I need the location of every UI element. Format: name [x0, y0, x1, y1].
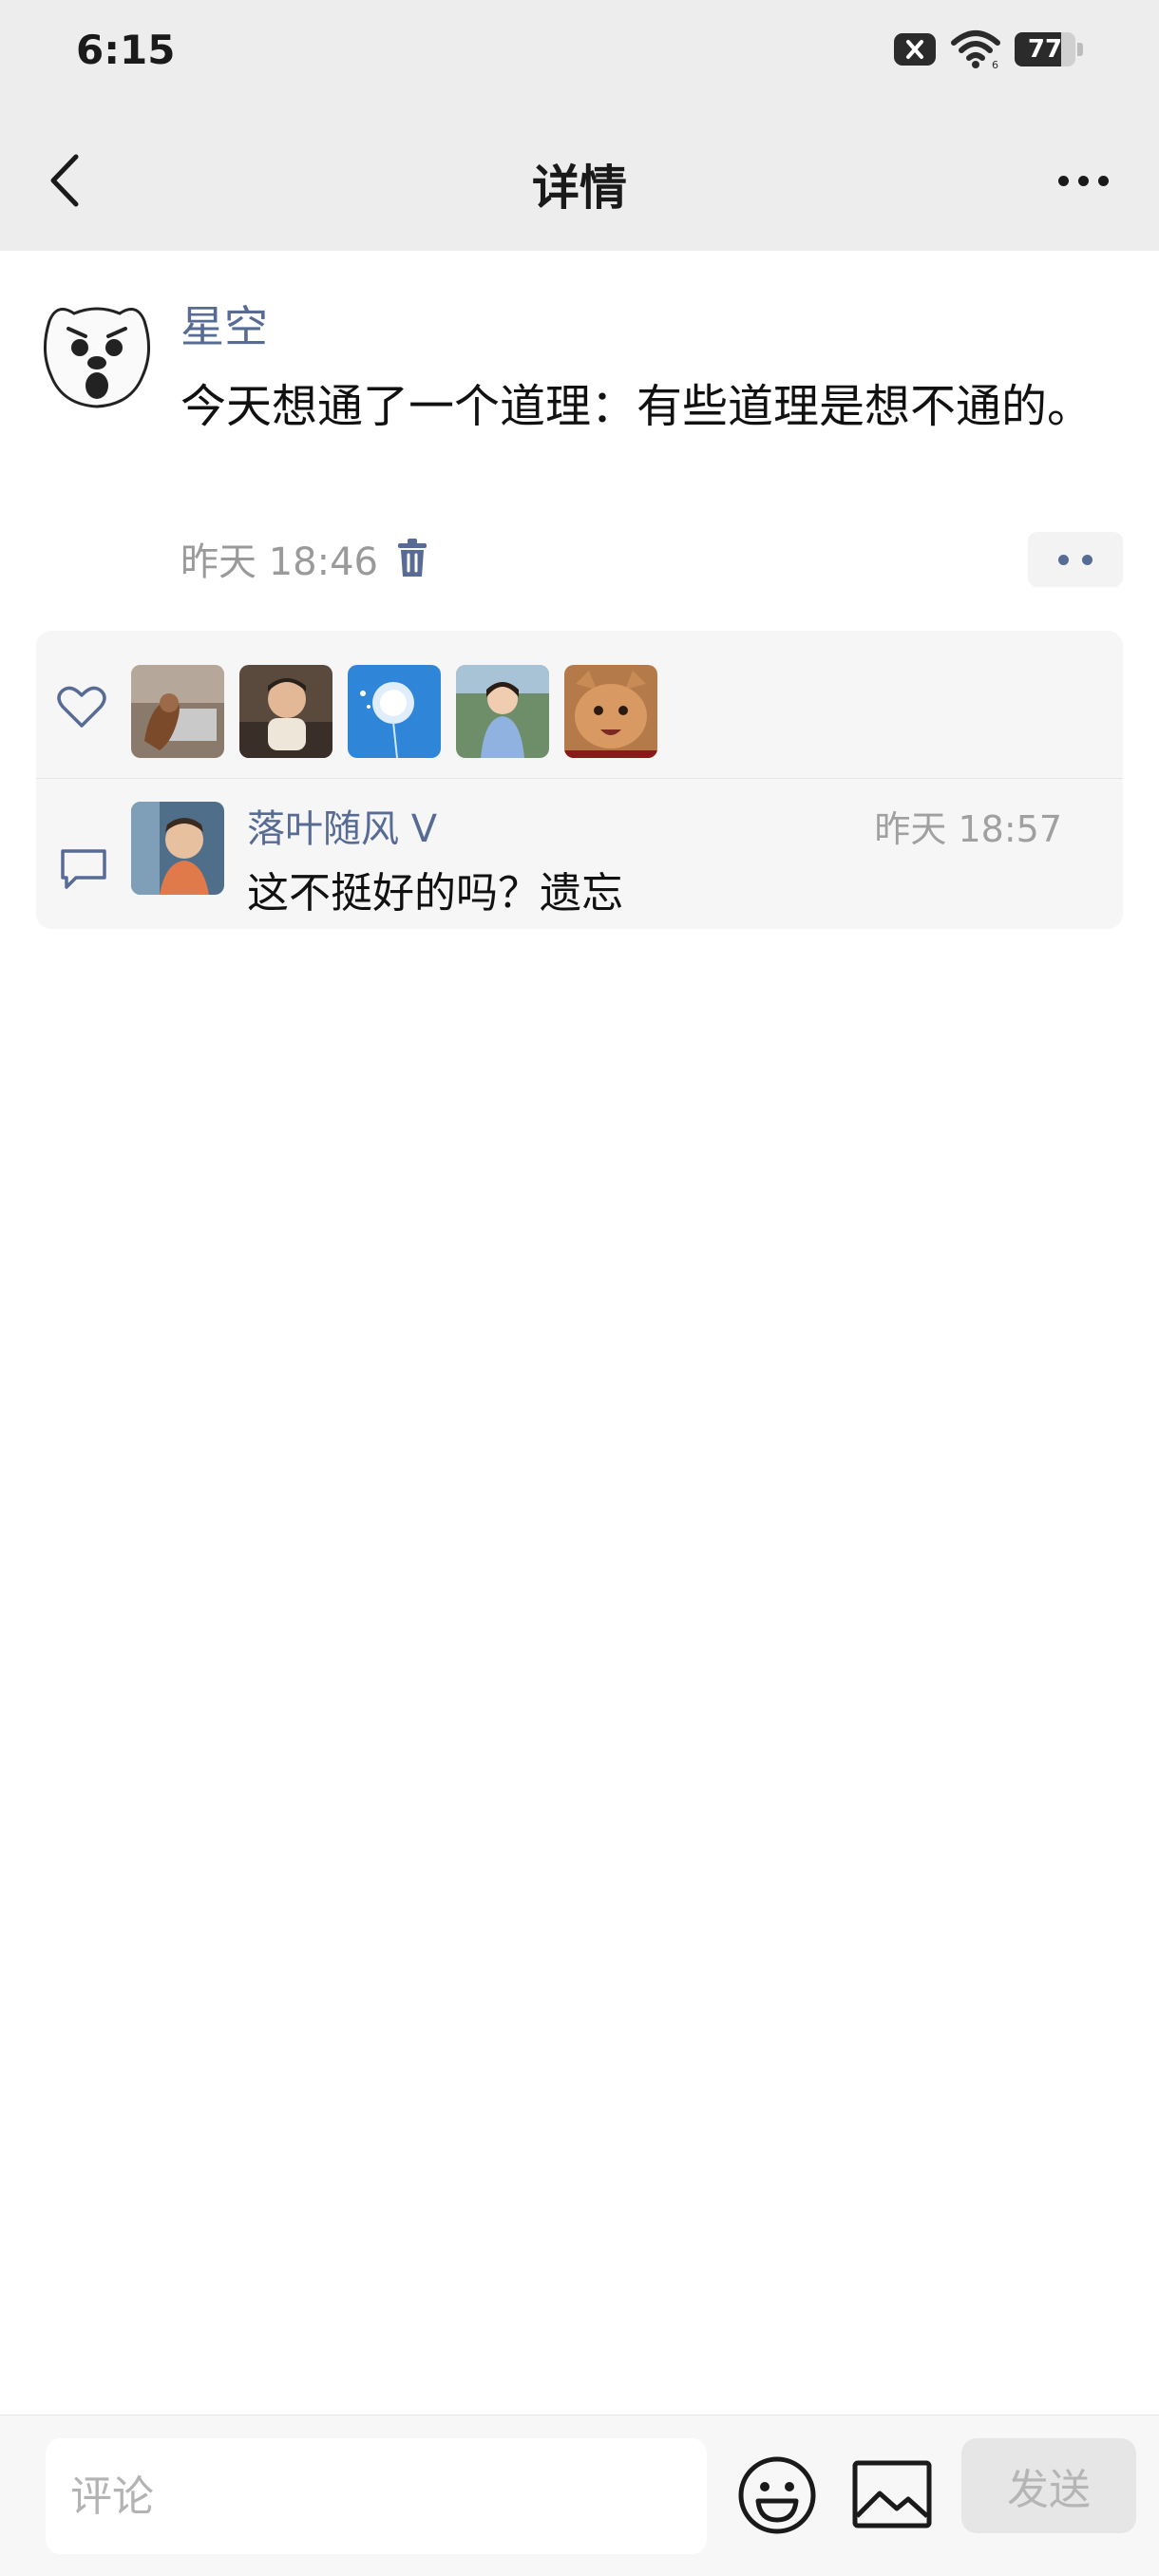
post-action-button[interactable] — [1028, 532, 1123, 587]
post-meta: 昨天 18:46 — [180, 530, 431, 587]
battery-icon: 77 — [1015, 32, 1083, 66]
svg-text:6: 6 — [992, 59, 998, 69]
comment-item[interactable]: 落叶随风 V 昨天 18:57 这不挺好的吗？遗忘 — [36, 779, 1123, 929]
interaction-panel: 落叶随风 V 昨天 18:57 这不挺好的吗？遗忘 — [36, 631, 1123, 929]
comment-author-avatar[interactable] — [131, 802, 224, 895]
comment-text: 这不挺好的吗？遗忘 — [247, 869, 623, 918]
send-button[interactable]: 发送 — [961, 2438, 1136, 2533]
post-content: 今天想通了一个道理：有些道理是想不通的。 — [180, 380, 1093, 433]
image-button[interactable] — [851, 2459, 933, 2529]
status-time: 6:15 — [76, 27, 176, 73]
post-time: 昨天 18:46 — [180, 540, 378, 584]
trash-icon[interactable] — [393, 538, 431, 579]
page-title: 详情 — [532, 161, 627, 216]
post-author-name[interactable]: 星空 — [180, 293, 268, 355]
more-button[interactable] — [1045, 150, 1121, 211]
liker-avatar-1[interactable] — [131, 665, 224, 758]
emoji-button[interactable] — [735, 2453, 819, 2537]
post-author-avatar[interactable] — [36, 294, 158, 416]
two-dots-icon — [1058, 554, 1069, 565]
status-icons: 6 77 — [893, 27, 1083, 72]
comment-input[interactable] — [46, 2438, 707, 2554]
emoji-icon — [738, 2456, 816, 2534]
notification-x-icon — [893, 32, 937, 66]
comment-icon — [61, 849, 106, 889]
bottom-bar: 发送 — [0, 2415, 1159, 2576]
more-dots-icon — [1057, 175, 1069, 186]
liker-avatar-5[interactable] — [564, 665, 657, 758]
comment-author-name[interactable]: 落叶随风 V — [247, 798, 437, 853]
likes-row — [36, 631, 1123, 779]
heart-icon — [57, 686, 106, 728]
wifi-icon: 6 — [950, 29, 1001, 69]
liker-avatar-3[interactable] — [348, 665, 441, 758]
battery-level: 77 — [1027, 35, 1063, 64]
liker-avatar-2[interactable] — [239, 665, 332, 758]
comment-time: 昨天 18:57 — [874, 808, 1062, 850]
liker-avatar-4[interactable] — [456, 665, 549, 758]
image-icon — [852, 2460, 932, 2529]
